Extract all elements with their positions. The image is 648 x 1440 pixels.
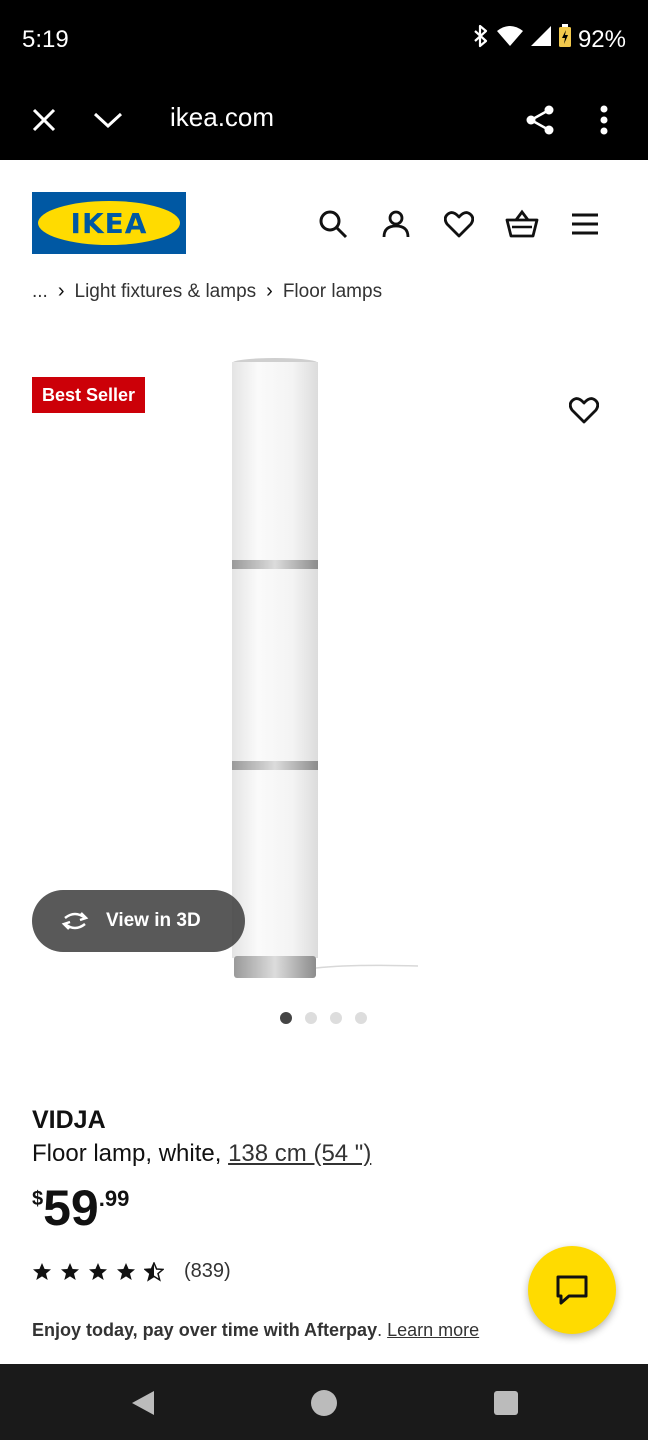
cart-button[interactable] — [502, 204, 542, 244]
status-time: 5:19 — [22, 26, 69, 53]
back-button[interactable] — [128, 1388, 158, 1418]
main-menu-button[interactable] — [565, 204, 605, 244]
product-type: Floor lamp, white, — [32, 1140, 222, 1167]
product-size-link[interactable]: 138 cm (54 ") — [228, 1140, 371, 1167]
chevron-down-icon — [93, 112, 123, 129]
price-currency: $ — [32, 1188, 44, 1210]
hamburger-menu-icon — [572, 213, 598, 235]
favourites-button[interactable] — [439, 204, 479, 244]
chat-button[interactable] — [528, 1246, 616, 1334]
star-full-icon — [33, 1262, 51, 1280]
star-full-icon — [89, 1262, 107, 1280]
heart-icon — [569, 397, 599, 424]
breadcrumb-item-light-fixtures[interactable]: Light fixtures & lamps — [75, 281, 257, 303]
search-icon — [319, 210, 348, 239]
product-price: $ 59 .99 — [32, 1178, 129, 1238]
price-integer: 59 — [43, 1180, 99, 1236]
view-in-3d-button[interactable]: View in 3D — [32, 890, 245, 952]
product-image[interactable] — [232, 358, 419, 980]
url-display[interactable]: ikea.com — [170, 102, 274, 133]
ikea-logo[interactable]: IKEA — [32, 192, 186, 254]
browser-toolbar: ikea.com — [0, 80, 648, 160]
home-button[interactable] — [309, 1388, 339, 1418]
search-button[interactable] — [313, 204, 353, 244]
rotate-3d-icon — [61, 912, 89, 930]
gallery-pagination — [280, 1012, 367, 1024]
chat-icon — [556, 1275, 588, 1305]
status-bar: 5:19 92% — [0, 0, 648, 80]
gallery-dot-3[interactable] — [330, 1012, 342, 1024]
status-icons: 92% — [472, 24, 626, 55]
cell-signal-icon — [530, 25, 552, 54]
afterpay-period: . — [377, 1320, 383, 1340]
recents-square-icon — [494, 1391, 518, 1415]
breadcrumb: ... › Light fixtures & lamps › Floor lam… — [32, 280, 382, 303]
breadcrumb-item-floor-lamps[interactable]: Floor lamps — [283, 281, 382, 303]
logo-text: IKEA — [70, 206, 148, 240]
close-tab-button[interactable] — [22, 98, 66, 142]
best-seller-badge: Best Seller — [32, 377, 146, 413]
collapse-toolbar-button[interactable] — [86, 98, 130, 142]
price-decimal: .99 — [98, 1186, 130, 1211]
home-circle-icon — [311, 1390, 337, 1416]
star-full-icon — [61, 1262, 79, 1280]
share-icon — [526, 105, 554, 135]
basket-icon — [505, 209, 539, 238]
add-to-favourites-button[interactable] — [562, 388, 606, 432]
chevron-right-icon: › — [57, 280, 65, 302]
afterpay-text: Enjoy today, pay over time with Afterpay — [32, 1320, 378, 1340]
bluetooth-icon — [472, 24, 490, 55]
wifi-icon — [496, 24, 524, 55]
gallery-dot-1[interactable] — [280, 1012, 292, 1024]
afterpay-learn-more-link[interactable]: Learn more — [387, 1320, 479, 1340]
battery-icon — [558, 24, 572, 55]
account-button[interactable] — [376, 204, 416, 244]
star-half-icon — [144, 1261, 164, 1282]
browser-menu-button[interactable] — [582, 98, 626, 142]
chevron-right-icon: › — [266, 280, 273, 302]
floor-lamp-image — [232, 358, 419, 978]
product-rating[interactable]: (839) — [32, 1260, 231, 1283]
afterpay-promo: Enjoy today, pay over time with Afterpay… — [32, 1320, 479, 1341]
recents-button[interactable] — [491, 1388, 521, 1418]
view-in-3d-label: View in 3D — [106, 910, 201, 931]
heart-icon — [444, 211, 474, 238]
breadcrumb-ellipsis[interactable]: ... — [32, 281, 48, 303]
back-triangle-icon — [132, 1391, 154, 1415]
share-button[interactable] — [518, 98, 562, 142]
system-nav-bar — [0, 1364, 648, 1440]
gallery-dot-4[interactable] — [355, 1012, 367, 1024]
user-icon — [382, 210, 410, 238]
battery-percent: 92% — [577, 25, 626, 53]
star-full-icon — [117, 1262, 135, 1280]
logo-oval: IKEA — [38, 201, 180, 245]
rating-count: (839) — [184, 1260, 231, 1282]
site-header: IKEA — [0, 162, 648, 272]
more-vertical-icon — [600, 105, 608, 135]
close-icon — [32, 108, 56, 132]
gallery-dot-2[interactable] — [305, 1012, 317, 1024]
product-description: Floor lamp, white, 138 cm (54 ") — [32, 1140, 371, 1168]
product-name: VIDJA — [32, 1106, 106, 1134]
